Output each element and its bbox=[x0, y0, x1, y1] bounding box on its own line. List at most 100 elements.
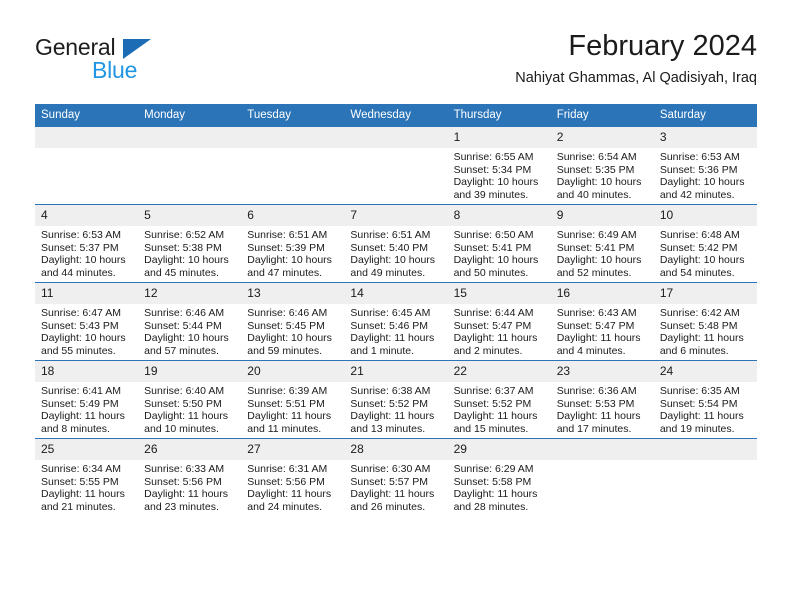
sunset-time: Sunset: 5:38 PM bbox=[144, 241, 222, 254]
calendar-day-cell[interactable]: 16 Sunrise: 6:43 AM Sunset: 5:47 PM Dayligh… bbox=[550, 282, 654, 361]
general-blue-logo[interactable]: General Blue bbox=[35, 34, 215, 92]
daylight-duration-line1: Daylight: 11 hours bbox=[350, 410, 435, 423]
calendar-day-cell[interactable]: 13 Sunrise: 6:46 AM Sunset: 5:45 PM Dayligh… bbox=[241, 282, 345, 361]
calendar-day-cell[interactable]: 20 Sunrise: 6:39 AM Sunset: 5:51 PM Dayligh… bbox=[241, 360, 345, 439]
daylight-duration-line2: and 10 minutes. bbox=[144, 422, 219, 435]
daylight-duration-line1: Daylight: 10 hours bbox=[659, 254, 745, 267]
calendar-day-cell[interactable]: 27 Sunrise: 6:31 AM Sunset: 5:56 PM Dayligh… bbox=[241, 438, 345, 516]
calendar-day-cell[interactable]: 8 Sunrise: 6:50 AM Sunset: 5:41 PM Daylight… bbox=[447, 204, 551, 283]
daylight-duration-line2: and 26 minutes. bbox=[350, 500, 426, 513]
calendar-week-row: 4 Sunrise: 6:53 AM Sunset: 5:37 PM Daylight… bbox=[35, 204, 757, 283]
calendar-day-cell[interactable]: 17 Sunrise: 6:42 AM Sunset: 5:48 PM Dayligh… bbox=[653, 282, 757, 361]
day-number: 29 bbox=[447, 439, 551, 460]
sunrise-time: Sunrise: 6:30 AM bbox=[350, 463, 431, 475]
sunset-time: Sunset: 5:36 PM bbox=[659, 163, 738, 176]
calendar-day-cell[interactable]: 10 Sunrise: 6:48 AM Sunset: 5:42 PM Dayligh… bbox=[653, 204, 757, 283]
calendar-day-cell[interactable]: 26 Sunrise: 6:33 AM Sunset: 5:56 PM Dayligh… bbox=[138, 438, 242, 516]
page-title: February 2024 bbox=[568, 30, 757, 62]
daylight-duration-line1: Daylight: 10 hours bbox=[556, 254, 642, 267]
sunrise-time: Sunrise: 6:36 AM bbox=[556, 385, 637, 397]
day-number: 3 bbox=[653, 127, 757, 148]
sunset-time: Sunset: 5:37 PM bbox=[41, 241, 119, 254]
sunrise-time: Sunrise: 6:45 AM bbox=[350, 307, 431, 319]
calendar-page: General Blue February 2024 Nahiyat Ghamm… bbox=[0, 0, 792, 612]
calendar-day-cell[interactable]: 3 Sunrise: 6:53 AM Sunset: 5:36 PM Daylight… bbox=[653, 126, 757, 205]
calendar-day-cell[interactable]: 18 Sunrise: 6:41 AM Sunset: 5:49 PM Dayligh… bbox=[35, 360, 139, 439]
calendar-day-cell[interactable]: 4 Sunrise: 6:53 AM Sunset: 5:37 PM Daylight… bbox=[35, 204, 139, 283]
day-details: Sunrise: 6:34 AM Sunset: 5:55 PM Daylight:… bbox=[35, 460, 138, 513]
sunrise-time: Sunrise: 6:29 AM bbox=[453, 463, 534, 475]
calendar-day-cell[interactable]: 24 Sunrise: 6:35 AM Sunset: 5:54 PM Dayligh… bbox=[653, 360, 757, 439]
sunrise-time: Sunrise: 6:54 AM bbox=[556, 151, 637, 163]
day-number: 16 bbox=[550, 283, 654, 304]
sunrise-time: Sunrise: 6:34 AM bbox=[41, 463, 121, 475]
sunset-time: Sunset: 5:52 PM bbox=[350, 397, 429, 410]
day-number: 13 bbox=[241, 283, 345, 304]
day-number: 18 bbox=[35, 361, 139, 382]
sunset-time: Sunset: 5:42 PM bbox=[659, 241, 738, 254]
sunset-time: Sunset: 5:41 PM bbox=[556, 241, 635, 254]
sunset-time: Sunset: 5:55 PM bbox=[41, 475, 119, 488]
daylight-duration-line2: and 47 minutes. bbox=[247, 266, 322, 279]
daylight-duration-line1: Daylight: 11 hours bbox=[144, 488, 228, 501]
sunrise-time: Sunrise: 6:46 AM bbox=[247, 307, 328, 319]
sunrise-time: Sunrise: 6:55 AM bbox=[453, 151, 534, 163]
calendar-day-cell[interactable]: 21 Sunrise: 6:38 AM Sunset: 5:52 PM Dayligh… bbox=[344, 360, 448, 439]
calendar-day-cell[interactable]: 28 Sunrise: 6:30 AM Sunset: 5:57 PM Dayligh… bbox=[344, 438, 448, 516]
calendar-day-cell[interactable]: 14 Sunrise: 6:45 AM Sunset: 5:46 PM Dayligh… bbox=[344, 282, 448, 361]
day-details bbox=[551, 460, 654, 463]
calendar-day-cell[interactable]: 6 Sunrise: 6:51 AM Sunset: 5:39 PM Daylight… bbox=[241, 204, 345, 283]
sunrise-time: Sunrise: 6:38 AM bbox=[350, 385, 431, 397]
weekday-header-row: Sunday Monday Tuesday Wednesday Thursday… bbox=[35, 104, 757, 127]
sunset-time: Sunset: 5:45 PM bbox=[247, 319, 325, 332]
calendar-day-cell[interactable]: 7 Sunrise: 6:51 AM Sunset: 5:40 PM Daylight… bbox=[344, 204, 448, 283]
calendar-day-cell[interactable]: 12 Sunrise: 6:46 AM Sunset: 5:44 PM Dayligh… bbox=[138, 282, 242, 361]
day-number: 26 bbox=[138, 439, 242, 460]
sunset-time: Sunset: 5:56 PM bbox=[247, 475, 325, 488]
day-number bbox=[653, 439, 757, 460]
calendar-day-cell-empty bbox=[138, 126, 242, 205]
calendar-day-cell[interactable]: 5 Sunrise: 6:52 AM Sunset: 5:38 PM Daylight… bbox=[138, 204, 242, 283]
sunrise-time: Sunrise: 6:43 AM bbox=[556, 307, 637, 319]
day-details: Sunrise: 6:35 AM Sunset: 5:54 PM Daylight:… bbox=[654, 382, 757, 435]
calendar-day-cell[interactable]: 15 Sunrise: 6:44 AM Sunset: 5:47 PM Dayligh… bbox=[447, 282, 551, 361]
sunset-time: Sunset: 5:49 PM bbox=[41, 397, 119, 410]
sunrise-time: Sunrise: 6:42 AM bbox=[659, 307, 740, 319]
daylight-duration-line2: and 54 minutes. bbox=[659, 266, 735, 279]
day-details: Sunrise: 6:38 AM Sunset: 5:52 PM Daylight:… bbox=[344, 382, 447, 435]
sunrise-time: Sunrise: 6:40 AM bbox=[144, 385, 225, 397]
daylight-duration-line2: and 52 minutes. bbox=[556, 266, 632, 279]
sunrise-time: Sunrise: 6:51 AM bbox=[350, 229, 431, 241]
day-details: Sunrise: 6:49 AM Sunset: 5:41 PM Daylight:… bbox=[551, 226, 654, 279]
calendar-day-cell[interactable]: 9 Sunrise: 6:49 AM Sunset: 5:41 PM Daylight… bbox=[550, 204, 654, 283]
calendar-day-cell[interactable]: 2 Sunrise: 6:54 AM Sunset: 5:35 PM Daylight… bbox=[550, 126, 654, 205]
day-details: Sunrise: 6:46 AM Sunset: 5:44 PM Daylight:… bbox=[138, 304, 241, 357]
calendar-day-cell[interactable]: 25 Sunrise: 6:34 AM Sunset: 5:55 PM Dayligh… bbox=[35, 438, 139, 516]
daylight-duration-line2: and 59 minutes. bbox=[247, 344, 322, 357]
calendar-day-cell[interactable]: 11 Sunrise: 6:47 AM Sunset: 5:43 PM Dayligh… bbox=[35, 282, 139, 361]
day-details bbox=[241, 148, 344, 151]
daylight-duration-line1: Daylight: 10 hours bbox=[144, 254, 229, 267]
daylight-duration-line2: and 19 minutes. bbox=[659, 422, 735, 435]
sunrise-time: Sunrise: 6:47 AM bbox=[41, 307, 121, 319]
daylight-duration-line1: Daylight: 10 hours bbox=[144, 332, 229, 345]
day-details bbox=[138, 148, 241, 151]
daylight-duration-line1: Daylight: 10 hours bbox=[247, 332, 332, 345]
day-number bbox=[138, 127, 242, 148]
daylight-duration-line2: and 45 minutes. bbox=[144, 266, 219, 279]
daylight-duration-line1: Daylight: 11 hours bbox=[659, 410, 744, 423]
calendar-day-cell[interactable]: 19 Sunrise: 6:40 AM Sunset: 5:50 PM Dayligh… bbox=[138, 360, 242, 439]
calendar-day-cell[interactable]: 23 Sunrise: 6:36 AM Sunset: 5:53 PM Dayligh… bbox=[550, 360, 654, 439]
calendar-day-cell[interactable]: 22 Sunrise: 6:37 AM Sunset: 5:52 PM Dayligh… bbox=[447, 360, 551, 439]
sunset-time: Sunset: 5:39 PM bbox=[247, 241, 325, 254]
daylight-duration-line1: Daylight: 11 hours bbox=[41, 410, 125, 423]
calendar-day-cell[interactable]: 29 Sunrise: 6:29 AM Sunset: 5:58 PM Dayligh… bbox=[447, 438, 551, 516]
sunset-time: Sunset: 5:40 PM bbox=[350, 241, 429, 254]
day-number: 5 bbox=[138, 205, 242, 226]
day-details: Sunrise: 6:36 AM Sunset: 5:53 PM Daylight:… bbox=[551, 382, 654, 435]
sunrise-time: Sunrise: 6:41 AM bbox=[41, 385, 121, 397]
calendar-day-cell[interactable]: 1 Sunrise: 6:55 AM Sunset: 5:34 PM Daylight… bbox=[447, 126, 551, 205]
daylight-duration-line2: and 4 minutes. bbox=[556, 344, 626, 357]
daylight-duration-line1: Daylight: 10 hours bbox=[350, 254, 436, 267]
day-number: 22 bbox=[447, 361, 551, 382]
